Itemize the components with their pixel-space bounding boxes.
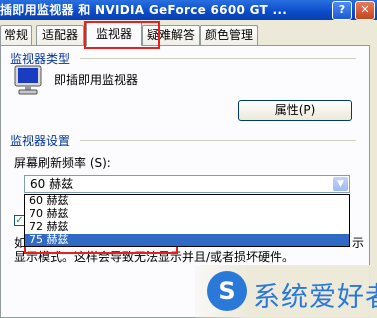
refresh-rate-dropdown: 60 赫兹 70 赫兹 72 赫兹 75 赫兹 [24,194,350,247]
warning-text-suffix: 示 [352,236,365,250]
tab-monitor[interactable]: 监视器 [86,22,142,46]
close-button[interactable]: ✕ [355,1,375,20]
dropdown-option-72[interactable]: 72 赫兹 [25,221,349,233]
warning-text: 显示模式。这样会导致无法显示并且/或者损坏硬件。 [14,250,295,264]
monitor-icon [14,65,42,95]
help-button[interactable]: ? [332,1,352,20]
group-divider [80,140,356,141]
watermark: S 系统爱好者 [195,265,377,318]
dropdown-option-60[interactable]: 60 赫兹 [25,195,349,207]
window-title: 插即用监视器 和 NVIDIA GeForce 6600 GT ... [0,3,288,17]
watermark-logo-icon: S [207,271,247,311]
monitor-name: 即插即用监视器 [54,73,139,87]
refresh-rate-label: 屏幕刷新频率 (S): [14,156,111,170]
group-divider [80,58,356,59]
properties-button[interactable]: 属性(P) [238,100,352,121]
chevron-down-icon[interactable]: ▼ [333,177,348,191]
dropdown-option-70[interactable]: 70 赫兹 [25,208,349,220]
refresh-rate-select[interactable]: 60 赫兹 ▼ [24,175,350,193]
tab-general[interactable]: 常规 [0,25,32,45]
tab-color-management[interactable]: 颜色管理 [200,25,258,45]
monitor-settings-group-title: 监视器设置 [10,134,71,148]
selected-refresh-rate: 60 赫兹 [30,177,74,191]
dropdown-option-75[interactable]: 75 赫兹 [25,234,349,246]
watermark-text: 系统爱好者 [253,282,377,313]
title-bar: 插即用监视器 和 NVIDIA GeForce 6600 GT ... ? ✕ [0,0,377,20]
tab-strip: 常规 适配器 监视器 疑难解答 颜色管理 [0,22,377,46]
tab-adapter[interactable]: 适配器 [36,25,84,45]
tab-troubleshoot[interactable]: 疑难解答 [142,25,200,45]
